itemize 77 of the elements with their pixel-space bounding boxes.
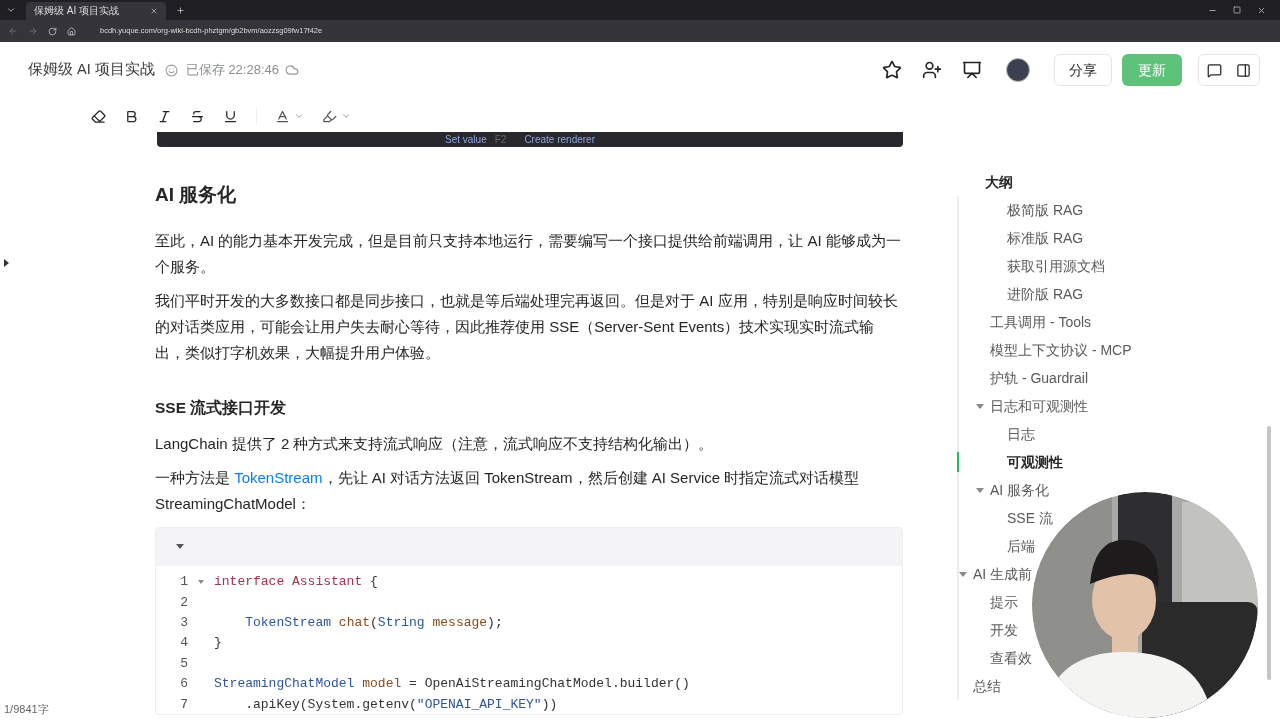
expand-caret-icon[interactable] [976,487,984,493]
sidebar-icon[interactable] [1236,62,1251,78]
tab-list-icon[interactable] [6,5,16,15]
paragraph: 我们平时开发的大多数接口都是同步接口，也就是等后端处理完再返回。但是对于 AI 应用，特别是响应时间较长的对话类应用，可能会让用户失去耐心等待，因此推荐使用 SSE（Server-Sent Events）技术实现实时流式输出，类似打字机效果，大幅提升用户体验。 [155,290,899,363]
outline-item[interactable]: 总结 [973,675,1001,697]
outline-item[interactable]: AI 生成前 [973,563,1033,585]
fold-caret-icon[interactable] [198,579,204,584]
code-line: interface Assistant { [214,573,378,592]
line-number: 7 [179,695,188,714]
outline-item[interactable]: 护轨 - Guardrail [990,367,1089,389]
reload-icon[interactable] [48,26,57,36]
cloud-icon [285,63,299,77]
expand-sidebar-icon[interactable] [4,259,9,267]
maximize-icon[interactable] [1233,6,1241,14]
section-heading: AI 服务化 [155,183,238,207]
expand-caret-icon[interactable] [959,571,967,577]
line-number: 4 [179,634,188,653]
active-indicator [957,452,959,472]
paragraph: 一种方法是 TokenStream，先让 AI 对话方法返回 TokenStream，然后创建 AI Service 时指定流式对话模型 StreamingChatModel： [155,467,861,514]
highlighter-icon[interactable] [322,108,351,124]
outline-item[interactable]: 开发 [990,619,1018,641]
browser-tab[interactable]: 保姆级 AI 项目实战 [26,2,166,20]
code-line: .apiKey(System.getenv("OPENAI_API_KEY")) [244,695,558,714]
scrollbar-thumb[interactable] [1267,426,1271,680]
strikethrough-icon[interactable] [190,108,205,124]
bold-icon[interactable] [124,108,139,124]
save-status: 已保存 22:28:46 [185,61,279,80]
outline-item[interactable]: 提示 [990,591,1018,613]
link[interactable]: TokenStream [234,468,323,486]
home-icon[interactable] [67,26,76,36]
outline-item[interactable]: 后端 [1007,535,1035,557]
font-color-icon[interactable] [275,108,304,124]
outline-item[interactable]: 工具调用 - Tools [990,311,1092,333]
line-number: 2 [179,593,188,612]
code-line: StreamingChatModel model = OpenAiStreamingChatModel.builder() [214,675,690,694]
line-number: 5 [179,654,188,673]
outline-item[interactable]: 获取引用源文档 [1007,255,1105,277]
outline-item[interactable]: 可观测性 [1007,451,1063,473]
word-count: 1/9841字 [4,701,49,717]
new-tab-icon[interactable] [176,5,185,15]
code-line: TokenStream chat(String message); [244,613,503,632]
outline-title: 大纲 [984,173,1014,192]
add-user-icon[interactable] [922,60,942,80]
outline-item[interactable]: 模型上下文协议 - MCP [990,339,1132,361]
paragraph: LangChain 提供了 2 种方式来支持流式响应（注意，流式响应不支持结构化输出）。 [155,433,715,454]
tab-title: 保姆级 AI 项目实战 [34,5,120,17]
underline-icon[interactable] [223,108,238,124]
subsection-heading: SSE 流式接口开发 [155,397,288,418]
outline-item[interactable]: 进阶版 RAG [1007,283,1084,305]
outline-item[interactable]: 标准版 RAG [1007,227,1084,249]
star-icon[interactable] [882,60,902,80]
set-value-link[interactable]: Set value [445,132,487,147]
line-number: 6 [179,675,188,694]
paragraph: 至此，AI 的能力基本开发完成，但是目前只支持本地运行，需要编写一个接口提供给前端调用，让 AI 能够成为一个服务。 [155,230,902,277]
shortcut-label: F2 [494,133,507,147]
smiley-icon[interactable] [164,63,178,77]
code-line: } [214,634,222,653]
share-button[interactable]: 分享 [1054,54,1112,86]
outline-item[interactable]: 极简版 RAG [1007,199,1084,221]
outline-item[interactable]: 日志和可观测性 [990,395,1088,417]
line-number: 3 [179,613,188,632]
outline-item[interactable]: 日志 [1007,423,1035,445]
presentation-icon[interactable] [962,60,982,80]
expand-caret-icon[interactable] [976,403,984,409]
outline-item[interactable]: 查看效 [990,647,1032,669]
user-avatar[interactable] [1006,58,1030,82]
comment-icon[interactable] [1207,62,1222,78]
close-icon[interactable] [1257,5,1266,15]
clear-format-icon[interactable] [91,108,106,124]
italic-icon[interactable] [157,108,172,124]
document-title: 保姆级 AI 项目实战 [28,60,155,80]
create-renderer-link[interactable]: Create renderer [524,132,595,147]
line-number: 1 [179,573,188,592]
outline-item[interactable]: AI 服务化 [990,479,1050,501]
close-icon[interactable] [150,7,158,15]
outline-item[interactable]: SSE 流 [1007,507,1053,529]
collapse-caret-icon[interactable] [176,544,184,550]
